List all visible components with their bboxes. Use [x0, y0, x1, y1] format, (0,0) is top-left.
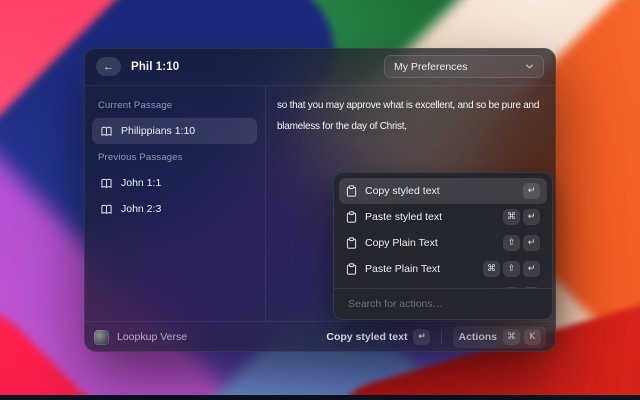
- action-copy-plain-text[interactable]: Copy Plain Text ⇧ ↵: [339, 230, 547, 256]
- action-paste-styled-text[interactable]: Paste styled text ⌘ ↵: [339, 204, 547, 230]
- actions-menu-popup: Copy styled text ↵ Paste styled text ⌘ ↵: [333, 172, 553, 320]
- k-key-badge: K: [524, 329, 541, 345]
- primary-action-button[interactable]: Copy styled text ↵: [326, 329, 430, 345]
- action-label: Copy styled text: [365, 185, 440, 197]
- section-label-previous: Previous Passages: [98, 152, 251, 163]
- footer-divider: [441, 330, 442, 344]
- sidebar-item-john-2-3[interactable]: John 2:3: [92, 196, 257, 222]
- action-paste-plain-text[interactable]: Paste Plain Text ⌘ ⇧ ↵: [339, 256, 547, 282]
- shortcut-keys: ↵: [523, 183, 540, 199]
- clipboard-icon: [346, 237, 357, 249]
- sidebar-item-john-1-1[interactable]: John 1:1: [92, 170, 257, 196]
- action-label: Paste styled text: [365, 211, 442, 223]
- preferences-dropdown[interactable]: My Preferences: [384, 55, 544, 78]
- screen: ← Phil 1:10 My Preferences Current Passa…: [0, 0, 640, 400]
- action-label: Copy Plain Text: [365, 237, 438, 249]
- clipboard-icon: [346, 185, 357, 197]
- passage-sidebar: Current Passage Philippians 1:10 Previou…: [84, 86, 266, 321]
- actions-label: Actions: [458, 331, 497, 343]
- key-badge: ↵: [523, 209, 540, 225]
- shortcut-keys: ⌘ ↵: [503, 209, 540, 225]
- arrow-left-icon: ←: [103, 61, 114, 73]
- cmd-key-badge: ⌘: [503, 329, 520, 345]
- actions-search-input[interactable]: [346, 297, 540, 311]
- book-open-icon: [100, 177, 113, 190]
- shortcut-keys: ⌘ ⇧ ↵: [483, 261, 540, 277]
- clipboard-icon: [346, 263, 357, 275]
- key-badge: ⇧: [503, 235, 520, 251]
- key-badge: ⇧: [503, 261, 520, 277]
- page-title: Phil 1:10: [131, 61, 179, 73]
- return-key-badge: ↵: [413, 329, 430, 345]
- wallpaper-bottom-strip: [0, 395, 640, 400]
- extension-icon: [94, 330, 109, 345]
- key-badge: ⌘: [483, 261, 500, 277]
- dropdown-label: My Preferences: [394, 61, 468, 73]
- section-label-current: Current Passage: [98, 100, 251, 111]
- key-badge: ⌘: [503, 209, 520, 225]
- raycast-window: ← Phil 1:10 My Preferences Current Passa…: [84, 48, 556, 352]
- key-badge: ↵: [523, 183, 540, 199]
- actions-search-bar: [334, 288, 552, 319]
- chevron-down-icon: [525, 62, 534, 71]
- window-header: ← Phil 1:10 My Preferences: [84, 48, 556, 86]
- shortcut-keys: ⇧ ↵: [503, 235, 540, 251]
- primary-action-label: Copy styled text: [326, 331, 407, 343]
- extension-name: Loopkup Verse: [117, 331, 187, 343]
- action-label: Paste Plain Text: [365, 263, 440, 275]
- window-footer: Loopkup Verse Copy styled text ↵ Actions…: [84, 321, 556, 352]
- actions-button[interactable]: Actions ⌘ K: [453, 326, 546, 348]
- sidebar-item-label: John 2:3: [121, 203, 161, 215]
- clipboard-icon: [346, 211, 357, 223]
- key-badge: ↵: [523, 235, 540, 251]
- key-badge: ↵: [523, 261, 540, 277]
- sidebar-item-label: Philippians 1:10: [121, 125, 195, 137]
- sidebar-item-philippians[interactable]: Philippians 1:10: [92, 118, 257, 144]
- actions-menu-list: Copy styled text ↵ Paste styled text ⌘ ↵: [334, 173, 552, 288]
- sidebar-item-label: John 1:1: [121, 177, 161, 189]
- book-open-icon: [100, 125, 113, 138]
- back-button[interactable]: ←: [96, 57, 121, 76]
- verse-text: so that you may approve what is excellen…: [277, 95, 548, 137]
- book-open-icon: [100, 203, 113, 216]
- action-copy-styled-text[interactable]: Copy styled text ↵: [339, 178, 547, 204]
